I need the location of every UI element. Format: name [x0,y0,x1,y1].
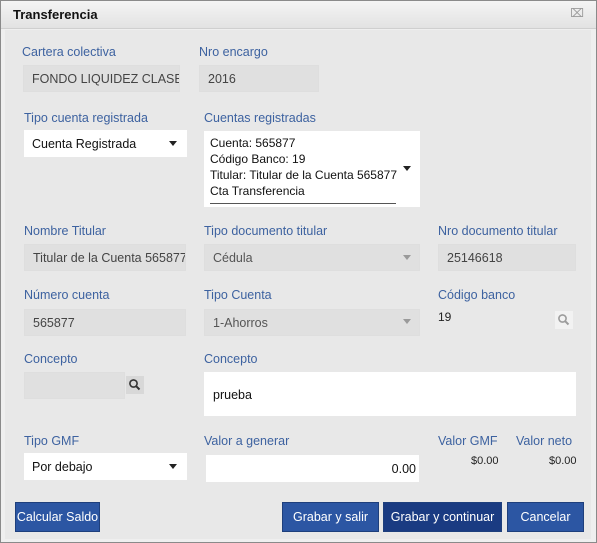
divider [210,203,396,204]
cuentas-registradas-select[interactable]: Cuenta: 565877 Código Banco: 19 Titular:… [204,131,420,207]
valor-gmf-value: $0.00 [471,455,499,467]
tipo-gmf-value: Por debajo [32,460,93,474]
nro-documento-field: 25146618 [438,244,576,271]
form-panel: Cartera colectiva FONDO LIQUIDEZ CLASE A… [5,30,591,539]
transfer-dialog: Transferencia ⌧ Cartera colectiva FONDO … [0,0,597,543]
tipo-cuenta-label: Tipo Cuenta [204,288,272,302]
close-icon[interactable]: ⌧ [570,6,584,20]
concepto-texto-input[interactable]: prueba [204,372,576,416]
codigo-banco-label: Código banco [438,288,516,302]
valor-generar-input[interactable]: 0.00 [206,455,419,482]
titular-line: Titular: Titular de la Cuenta 565877 [210,168,398,182]
concepto-codigo-field [24,372,125,399]
encargo-field: 2016 [199,65,319,92]
numero-cuenta-label: Número cuenta [24,288,110,302]
chevron-down-icon[interactable] [169,464,177,469]
codigo-banco-line: Código Banco: 19 [210,152,306,166]
dialog-title: Transferencia [13,7,98,22]
title-bar[interactable]: Transferencia ⌧ [1,1,596,29]
nombre-titular-label: Nombre Titular [24,224,106,238]
chevron-down-icon [403,255,411,260]
cuenta-line: Cuenta: 565877 [210,136,296,150]
grabar-salir-button[interactable]: Grabar y salir [282,502,379,532]
codigo-banco-value: 19 [438,310,452,324]
tipo-documento-value: Cédula [213,251,253,265]
valor-generar-label: Valor a generar [204,434,290,448]
search-icon[interactable] [555,311,573,329]
chevron-down-icon [403,319,411,324]
cartera-label: Cartera colectiva [22,45,116,59]
tipo-cuenta-registrada-value: Cuenta Registrada [32,137,137,151]
tipo-gmf-select[interactable]: Por debajo [24,453,187,480]
valor-gmf-label: Valor GMF [438,434,498,448]
chevron-down-icon[interactable] [169,141,177,146]
tipo-cuenta-select: 1-Ahorros [204,309,420,336]
numero-cuenta-field: 565877 [24,309,186,336]
tipo-cuenta-registrada-select[interactable]: Cuenta Registrada [24,130,187,157]
concepto-codigo-label: Concepto [24,352,78,366]
cta-transferencia-line: Cta Transferencia [210,184,305,198]
valor-neto-label: Valor neto [516,434,573,448]
nombre-titular-field: Titular de la Cuenta 565877 [24,244,186,271]
tipo-cuenta-value: 1-Ahorros [213,316,268,330]
search-icon[interactable] [126,376,144,394]
tipo-cuenta-registrada-label: Tipo cuenta registrada [24,111,148,125]
grabar-continuar-button[interactable]: Grabar y continuar [383,502,502,532]
cartera-field: FONDO LIQUIDEZ CLASE A [23,65,180,92]
concepto-texto-label: Concepto [204,352,258,366]
chevron-down-icon[interactable] [403,166,411,171]
cancelar-button[interactable]: Cancelar [507,502,584,532]
cuentas-registradas-label: Cuentas registradas [204,111,316,125]
tipo-documento-label: Tipo documento titular [204,224,328,238]
tipo-documento-select: Cédula [204,244,420,271]
nro-documento-label: Nro documento titular [438,224,558,238]
encargo-label: Nro encargo [199,45,268,59]
calcular-saldo-button[interactable]: Calcular Saldo [15,502,100,532]
valor-neto-value: $0.00 [549,455,577,467]
tipo-gmf-label: Tipo GMF [24,434,80,448]
